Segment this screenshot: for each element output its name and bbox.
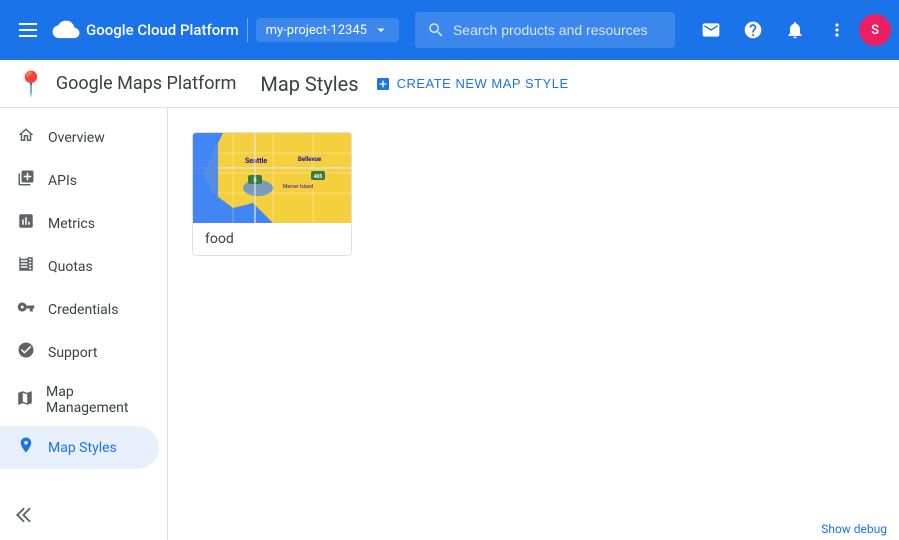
svg-text:Seattle: Seattle — [245, 157, 267, 165]
map-style-name: food — [193, 223, 351, 255]
map-management-icon — [16, 389, 34, 412]
dropdown-arrow-icon — [373, 22, 389, 38]
collapse-sidebar-icon — [16, 506, 34, 524]
sidebar-item-quotas[interactable]: Quotas — [0, 245, 159, 288]
more-options-button[interactable] — [817, 10, 857, 50]
menu-button[interactable] — [8, 10, 48, 50]
search-bar[interactable] — [415, 12, 675, 48]
sidebar-item-apis[interactable]: APIs — [0, 159, 159, 202]
email-icon — [701, 20, 721, 40]
show-debug-button[interactable]: Show debug — [809, 518, 899, 540]
create-label: CREATE NEW MAP STYLE — [397, 76, 569, 91]
create-new-map-style-button[interactable]: CREATE NEW MAP STYLE — [375, 76, 569, 92]
app-title: Google Cloud Platform — [86, 21, 239, 39]
sidebar-item-apis-label: APIs — [48, 173, 77, 189]
metrics-icon — [16, 212, 36, 235]
add-icon — [375, 76, 391, 92]
notifications-icon — [785, 20, 805, 40]
search-input[interactable] — [453, 22, 663, 38]
maps-pin-icon: 📍 — [16, 70, 46, 98]
sidebar-item-map-styles-label: Map Styles — [48, 440, 117, 456]
map-style-card-food[interactable]: Seattle Bellevue Mercer Island 5 405 fo — [192, 132, 352, 256]
sidebar-item-quotas-label: Quotas — [48, 259, 93, 275]
title-divider — [247, 18, 248, 42]
sidebar-item-metrics[interactable]: Metrics — [0, 202, 159, 245]
sidebar-item-map-management-label: Map Management — [46, 384, 143, 416]
project-name: my-project-12345 — [266, 23, 367, 38]
sidebar-item-credentials-label: Credentials — [48, 302, 118, 318]
quotas-icon — [16, 255, 36, 278]
sidebar-item-overview-label: Overview — [48, 130, 105, 146]
svg-text:Bellevue: Bellevue — [298, 156, 322, 163]
top-bar-actions: S — [691, 10, 891, 50]
cloud-logo-area: Google Cloud Platform — [52, 16, 239, 44]
credentials-icon — [16, 298, 36, 321]
sidebar-item-support-label: Support — [48, 345, 97, 361]
content-area: Seattle Bellevue Mercer Island 5 405 fo — [168, 108, 899, 540]
sidebar: Overview APIs Metrics Quotas — [0, 108, 168, 540]
sidebar-item-overview[interactable]: Overview — [0, 116, 159, 159]
svg-text:Mercer Island: Mercer Island — [283, 184, 314, 190]
sidebar-item-support[interactable]: Support — [0, 331, 159, 374]
sidebar-item-metrics-label: Metrics — [48, 216, 95, 232]
more-vert-icon — [827, 20, 847, 40]
svg-text:405: 405 — [314, 174, 323, 180]
sidebar-item-map-styles[interactable]: Map Styles — [0, 426, 159, 469]
map-preview-image: Seattle Bellevue Mercer Island 5 405 — [193, 133, 352, 223]
overview-icon — [16, 126, 36, 149]
page-header: Map Styles CREATE NEW MAP STYLE — [260, 72, 883, 96]
project-selector[interactable]: my-project-12345 — [256, 18, 399, 42]
sidebar-collapse-button[interactable] — [0, 498, 167, 532]
debug-label: Show debug — [821, 522, 887, 536]
help-icon — [743, 20, 763, 40]
map-styles-icon — [16, 436, 36, 459]
top-navigation-bar: Google Cloud Platform my-project-12345 S — [0, 0, 899, 60]
apis-icon — [16, 169, 36, 192]
notifications-icon-button[interactable] — [775, 10, 815, 50]
sidebar-item-credentials[interactable]: Credentials — [0, 288, 159, 331]
email-icon-button[interactable] — [691, 10, 731, 50]
page-title: Map Styles — [260, 72, 358, 96]
user-avatar[interactable]: S — [859, 14, 891, 46]
maps-logo-area: 📍 Google Maps Platform — [16, 70, 236, 98]
main-layout: Overview APIs Metrics Quotas — [0, 108, 899, 540]
search-icon — [427, 21, 445, 39]
second-bar: 📍 Google Maps Platform Map Styles CREATE… — [0, 60, 899, 108]
sidebar-item-map-management[interactable]: Map Management — [0, 374, 159, 426]
help-icon-button[interactable] — [733, 10, 773, 50]
cloud-logo-icon — [52, 16, 80, 44]
map-thumbnail: Seattle Bellevue Mercer Island 5 405 — [193, 133, 352, 223]
maps-platform-title: Google Maps Platform — [56, 73, 236, 94]
support-icon — [16, 341, 36, 364]
